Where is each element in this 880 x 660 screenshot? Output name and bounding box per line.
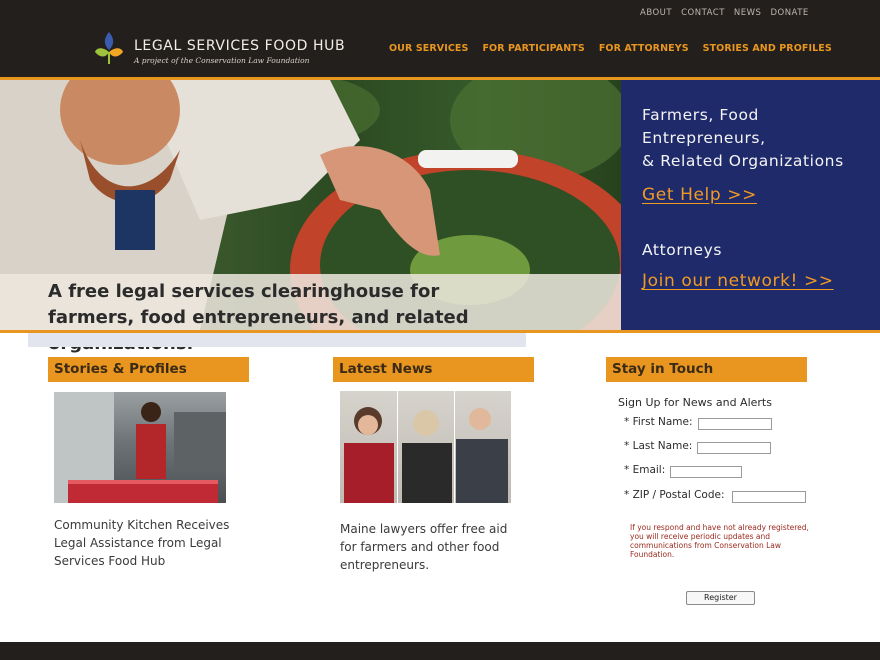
cta-heading-line: Farmers, Food: [642, 106, 759, 124]
zip-input[interactable]: [732, 491, 806, 503]
nav-for-participants[interactable]: FOR PARTICIPANTS: [482, 43, 584, 54]
zip-label: * ZIP / Postal Code:: [624, 489, 725, 501]
site-title[interactable]: LEGAL SERVICES FOOD HUB: [134, 38, 345, 54]
utility-link-about[interactable]: ABOUT: [640, 8, 672, 18]
nav-stories-and-profiles[interactable]: STORIES AND PROFILES: [703, 43, 832, 54]
cta-heading-line: Entrepreneurs,: [642, 129, 766, 147]
news-section-title[interactable]: Latest News: [333, 357, 534, 382]
wheat-sprout-logo-icon[interactable]: [94, 30, 124, 66]
hero-caption-shadow: [28, 333, 526, 347]
get-help-link[interactable]: Get Help >>: [642, 185, 757, 205]
nav-for-attorneys[interactable]: FOR ATTORNEYS: [599, 43, 689, 54]
utility-nav: ABOUT CONTACT NEWS DONATE: [640, 8, 809, 18]
utility-link-contact[interactable]: CONTACT: [681, 8, 725, 18]
main-nav: OUR SERVICES FOR PARTICIPANTS FOR ATTORN…: [389, 43, 832, 54]
register-button[interactable]: Register: [686, 591, 755, 605]
stay-in-touch-title: Stay in Touch: [606, 357, 807, 382]
join-network-link[interactable]: Join our network! >>: [642, 271, 834, 291]
email-label: * Email:: [624, 464, 666, 476]
utility-link-donate[interactable]: DONATE: [770, 8, 808, 18]
community-kitchen-story-link[interactable]: Community Kitchen Receives Legal Assista…: [54, 516, 244, 570]
community-kitchen-photo[interactable]: [54, 392, 226, 503]
signup-disclaimer: If you respond and have not already regi…: [630, 523, 809, 559]
last-name-label: * Last Name:: [624, 440, 693, 452]
stories-section-title[interactable]: Stories & Profiles: [48, 357, 249, 382]
email-input[interactable]: [670, 466, 742, 478]
utility-link-news[interactable]: NEWS: [734, 8, 762, 18]
cta-heading: Farmers, Food Entrepreneurs, & Related O…: [642, 104, 844, 173]
last-name-input[interactable]: [697, 442, 771, 454]
maine-lawyers-photo[interactable]: [340, 391, 511, 503]
cta-heading-line: & Related Organizations: [642, 152, 844, 170]
first-name-label: * First Name:: [624, 416, 693, 428]
signup-form-title: Sign Up for News and Alerts: [618, 396, 772, 409]
nav-our-services[interactable]: OUR SERVICES: [389, 43, 468, 54]
cta-attorneys-heading: Attorneys: [642, 241, 723, 259]
lawyers-photo-illustration: [344, 391, 508, 503]
site-footer: [0, 642, 880, 660]
maine-lawyers-news-link[interactable]: Maine lawyers offer free aid for farmers…: [340, 520, 525, 574]
first-name-input[interactable]: [698, 418, 772, 430]
site-tagline: A project of the Conservation Law Founda…: [134, 56, 310, 65]
kitchen-photo-illustration: [54, 392, 226, 503]
